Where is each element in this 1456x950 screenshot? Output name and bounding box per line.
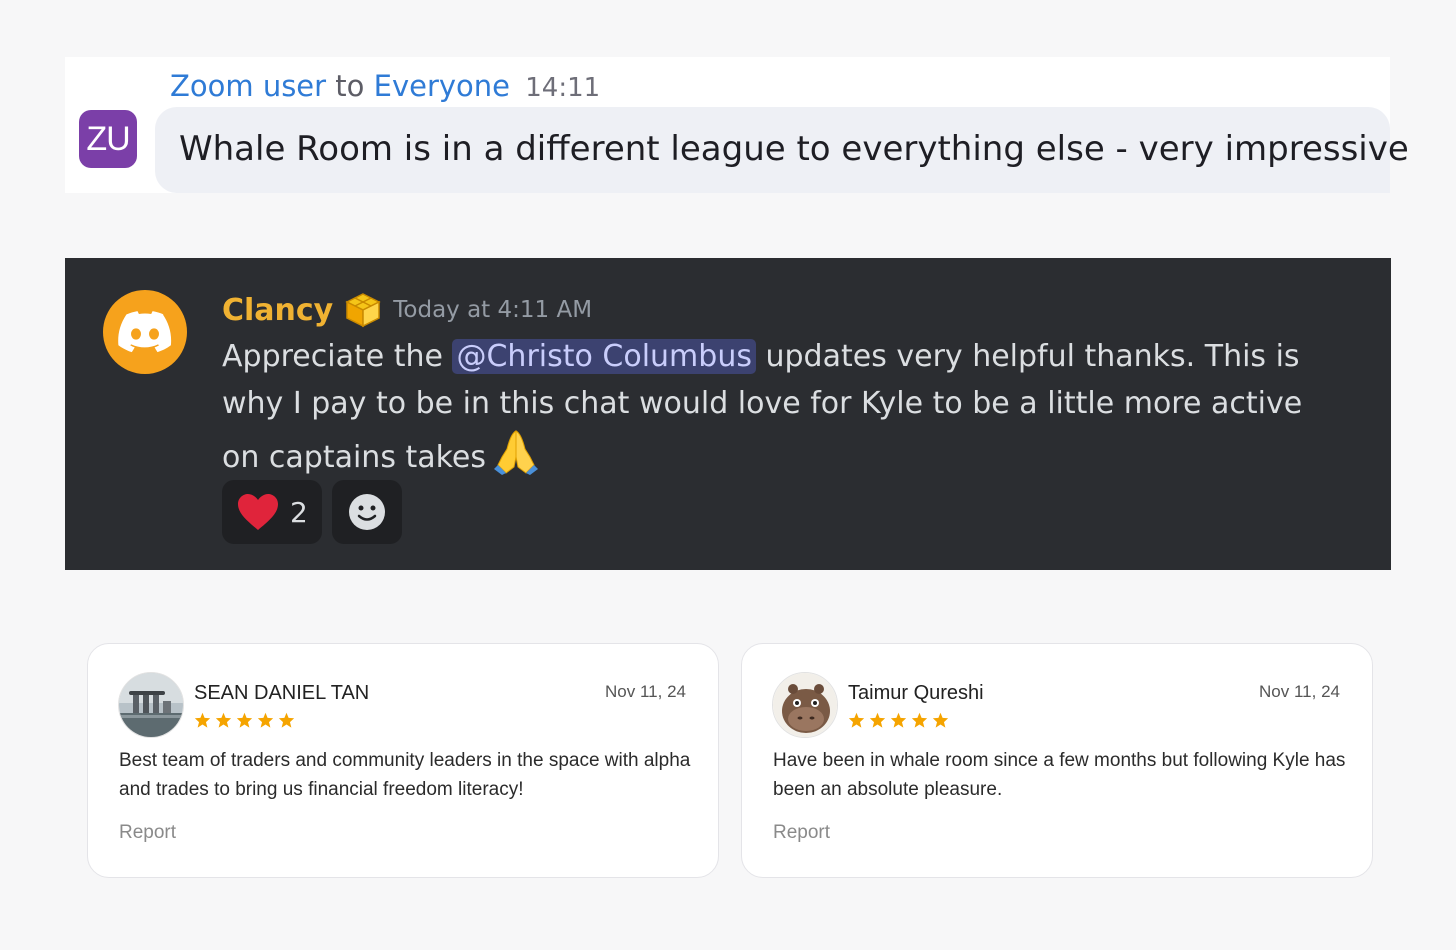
star-icon [194, 712, 211, 728]
star-icon [932, 712, 949, 728]
report-link[interactable]: Report [119, 822, 176, 844]
star-icon [911, 712, 928, 728]
star-rating [848, 712, 949, 728]
star-icon [848, 712, 865, 728]
review-text: Best team of traders and community leade… [119, 750, 691, 800]
add-reaction-icon [348, 494, 385, 530]
zoom-message-header: Zoom user to Everyone 14:11 [170, 69, 600, 103]
discord-message: Clancy Today at 4:11 AM Appreciate the @… [65, 258, 1391, 570]
reviewer-name: SEAN DANIEL TAN [194, 682, 370, 704]
discord-timestamp: Today at 4:11 AM [393, 297, 593, 323]
discord-avatar[interactable] [103, 290, 187, 374]
review-card: Taimur Qureshi Nov 11, 24 Have been in w… [741, 643, 1373, 878]
zoom-user-avatar[interactable]: ZU [79, 110, 137, 168]
star-icon [278, 712, 295, 728]
review-card: SEAN DANIEL TAN Nov 11, 24 Best team of … [87, 643, 719, 878]
star-icon [890, 712, 907, 728]
zoom-message-bubble: Whale Room is in a different league to e… [155, 107, 1409, 193]
discord-message-line: why I pay to be in this chat would love … [222, 380, 1302, 427]
discord-message-header: Clancy Today at 4:11 AM [222, 292, 592, 328]
star-icon [215, 712, 232, 728]
add-reaction-button[interactable] [331, 480, 402, 544]
heart-icon [238, 494, 278, 530]
message-text: why I pay to be in this chat would love … [222, 386, 1303, 421]
reviewer-avatar[interactable] [118, 672, 184, 738]
message-text: updates very helpful thanks. This is [755, 339, 1300, 374]
review-date: Nov 11, 24 [605, 682, 686, 701]
discord-logo-icon [118, 311, 172, 353]
review-date: Nov 11, 24 [1259, 682, 1340, 701]
zoom-recipient-link[interactable]: Everyone [374, 69, 510, 103]
report-link[interactable]: Report [773, 822, 830, 844]
star-rating [194, 712, 295, 728]
reaction-count: 2 [290, 495, 308, 529]
star-icon [236, 712, 253, 728]
review-text: Have been in whale room since a few mont… [773, 750, 1346, 800]
role-badge-icon [343, 292, 383, 328]
zoom-message-text: Whale Room is in a different league to e… [179, 129, 1409, 169]
zoom-chat-message: ZU Zoom user to Everyone 14:11 Whale Roo… [65, 57, 1409, 193]
reviewer-avatar[interactable] [772, 672, 838, 738]
city-skyline-photo-icon [119, 673, 183, 737]
message-text: Appreciate the [222, 339, 453, 374]
discord-message-body: Appreciate the @Christo Columbus updates… [222, 333, 1302, 489]
zoom-timestamp: 14:11 [525, 73, 601, 103]
discord-message-line: Appreciate the @Christo Columbus updates… [222, 333, 1300, 380]
reactions-bar: 2 [222, 480, 402, 544]
heart-reaction[interactable]: 2 [222, 480, 322, 544]
hippo-avatar-icon [773, 673, 837, 737]
user-mention[interactable]: @Christo Columbus [452, 339, 756, 374]
discord-username[interactable]: Clancy [222, 293, 333, 328]
star-icon [257, 712, 274, 728]
reviewer-name: Taimur Qureshi [848, 682, 984, 704]
message-text: on captains takes [222, 440, 487, 475]
star-icon [869, 712, 886, 728]
zoom-to-label: to [335, 69, 365, 103]
zoom-sender-link[interactable]: Zoom user [170, 69, 326, 103]
folded-hands-emoji-icon [492, 427, 540, 489]
